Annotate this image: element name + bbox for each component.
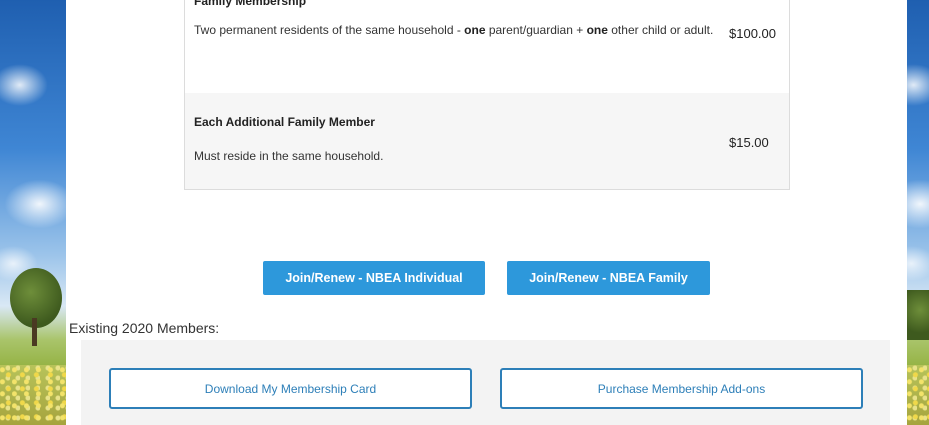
- main-content: Family Membership Two permanent resident…: [66, 0, 907, 425]
- pricing-row-description: Two permanent residents of the same hous…: [194, 23, 714, 37]
- meadow-image: [0, 365, 66, 425]
- purchase-add-ons-button[interactable]: Purchase Membership Add-ons: [500, 368, 863, 409]
- pricing-row-family: Family Membership Two permanent resident…: [185, 0, 789, 93]
- pricing-row-title: Each Additional Family Member: [194, 115, 375, 129]
- sky-clouds-image: [0, 0, 66, 425]
- pricing-row-description: Must reside in the same household.: [194, 149, 384, 163]
- download-membership-card-button[interactable]: Download My Membership Card: [109, 368, 472, 409]
- background-nature-left: [0, 0, 66, 425]
- tree-image: [907, 290, 929, 340]
- pricing-row-additional-member: Each Additional Family Member Must resid…: [185, 93, 789, 189]
- join-renew-family-button[interactable]: Join/Renew - NBEA Family: [507, 261, 710, 295]
- pricing-row-title: Family Membership: [194, 0, 307, 8]
- membership-pricing-table: Family Membership Two permanent resident…: [184, 0, 790, 190]
- pricing-row-price: $100.00: [729, 26, 776, 41]
- existing-members-panel: Download My Membership Card Purchase Mem…: [81, 340, 890, 425]
- tree-trunk-image: [32, 318, 37, 346]
- meadow-image: [907, 365, 929, 425]
- background-nature-right: [907, 0, 929, 425]
- join-renew-individual-button[interactable]: Join/Renew - NBEA Individual: [263, 261, 485, 295]
- pricing-row-price: $15.00: [729, 135, 769, 150]
- sky-clouds-image: [907, 0, 929, 425]
- existing-members-label: Existing 2020 Members:: [69, 320, 220, 336]
